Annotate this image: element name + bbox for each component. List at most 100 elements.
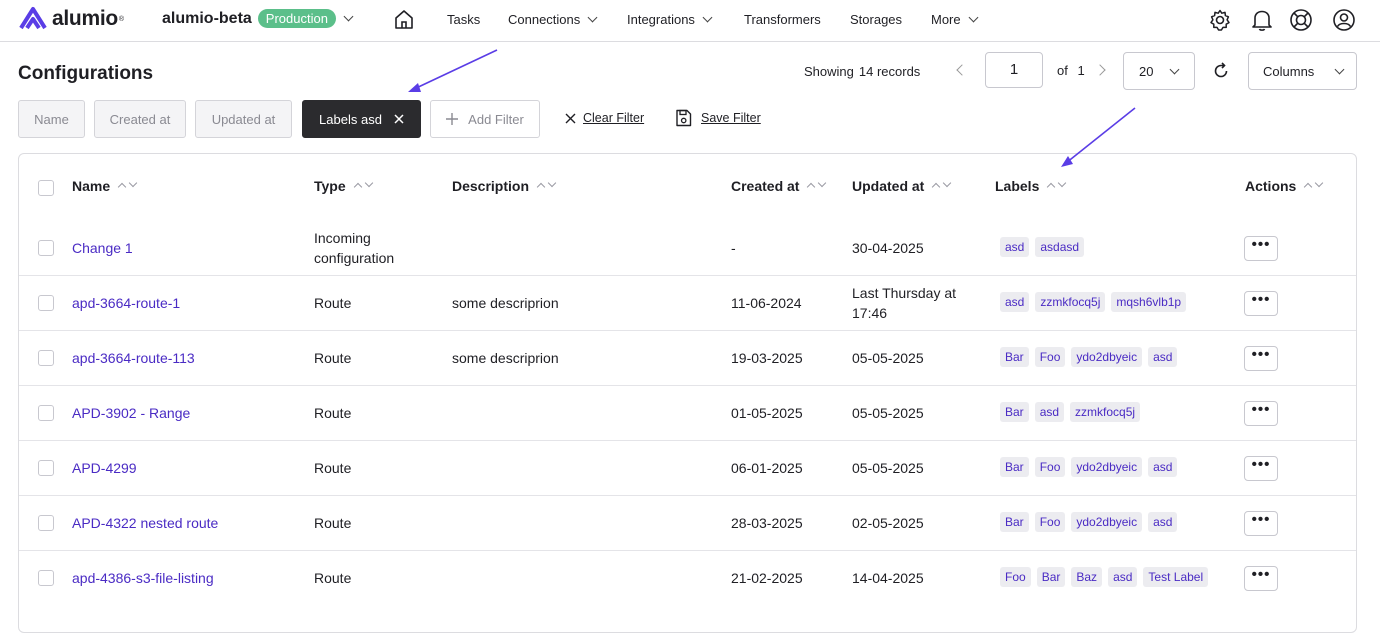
page-number-input[interactable]: 1 bbox=[985, 52, 1043, 88]
gear-icon[interactable] bbox=[1208, 8, 1232, 32]
select-all-checkbox[interactable] bbox=[38, 180, 54, 196]
row-updated-at: 05-05-2025 bbox=[852, 459, 924, 476]
chevron-down-icon bbox=[587, 12, 598, 23]
label-tag: Bar bbox=[1000, 511, 1029, 532]
previous-page-icon[interactable] bbox=[956, 64, 968, 76]
header-actions: Actions bbox=[1245, 178, 1324, 194]
label-tag: Test Label bbox=[1143, 566, 1209, 587]
help-icon[interactable] bbox=[1289, 8, 1313, 32]
configurations-table bbox=[18, 153, 1357, 633]
nav-tasks[interactable]: Tasks bbox=[447, 12, 480, 27]
row-created-at: 06-01-2025 bbox=[731, 459, 803, 476]
sort-icon[interactable] bbox=[1304, 178, 1324, 192]
label-tag: Bar bbox=[1000, 401, 1029, 422]
header-created-at[interactable]: Created at bbox=[731, 178, 827, 194]
label-tag: zzmkfocq5j bbox=[1070, 401, 1141, 422]
sort-icon[interactable] bbox=[1047, 178, 1067, 192]
header-labels[interactable]: Labels bbox=[995, 178, 1067, 194]
chevron-down-icon bbox=[702, 12, 713, 23]
row-actions-button[interactable]: ••• bbox=[1244, 400, 1278, 426]
filter-name[interactable]: Name bbox=[18, 100, 85, 138]
label-tag: asd bbox=[1000, 291, 1030, 312]
bell-icon[interactable] bbox=[1251, 8, 1273, 32]
chevron-down-icon bbox=[1334, 64, 1345, 74]
row-name-link[interactable]: apd-4386-s3-file-listing bbox=[72, 568, 214, 588]
header-description[interactable]: Description bbox=[452, 178, 557, 194]
row-created-at: - bbox=[731, 239, 736, 256]
label-tag: asdasd bbox=[1035, 236, 1085, 257]
row-checkbox[interactable] bbox=[38, 569, 54, 586]
label-tag: Foo bbox=[1034, 511, 1066, 532]
sort-icon[interactable] bbox=[353, 178, 373, 192]
label-tag: Foo bbox=[1000, 566, 1031, 587]
nav-storages-label: Storages bbox=[850, 12, 903, 27]
next-page-icon[interactable] bbox=[1094, 64, 1106, 76]
row-actions-button[interactable]: ••• bbox=[1244, 235, 1278, 261]
page-title: Configurations bbox=[18, 63, 154, 84]
label-tag: asd bbox=[1148, 456, 1178, 477]
row-checkbox[interactable] bbox=[38, 294, 54, 311]
row-name-link[interactable]: apd-3664-route-113 bbox=[72, 348, 195, 368]
refresh-icon[interactable] bbox=[1211, 61, 1231, 81]
user-avatar-icon[interactable] bbox=[1332, 8, 1356, 32]
columns-button[interactable]: Columns bbox=[1248, 52, 1357, 90]
row-name-link[interactable]: Change 1 bbox=[72, 238, 133, 258]
records-count: Showing 14 records bbox=[804, 64, 920, 79]
filter-labels-active[interactable]: Labels asd bbox=[302, 100, 421, 138]
nav-transformers[interactable]: Transformers bbox=[744, 12, 821, 27]
clear-filter-button[interactable]: Clear Filter bbox=[565, 111, 644, 125]
nav-integrations[interactable]: Integrations bbox=[627, 12, 713, 27]
close-icon[interactable] bbox=[394, 114, 404, 124]
row-name-link[interactable]: apd-3664-route-1 bbox=[72, 293, 180, 313]
filter-created-at[interactable]: Created at bbox=[94, 100, 186, 138]
nav-connections[interactable]: Connections bbox=[508, 12, 598, 27]
nav-storages[interactable]: Storages bbox=[850, 12, 902, 27]
alumio-logo[interactable]: alumio ® bbox=[18, 6, 124, 32]
sort-icon[interactable] bbox=[932, 178, 952, 192]
row-checkbox[interactable] bbox=[38, 239, 54, 256]
sort-icon[interactable] bbox=[117, 178, 138, 192]
of-label: of bbox=[1057, 63, 1068, 78]
row-type: Route bbox=[314, 569, 352, 586]
sort-icon[interactable] bbox=[536, 178, 557, 192]
page-size-select[interactable]: 20 bbox=[1123, 52, 1195, 90]
header-type-label: Type bbox=[314, 178, 346, 194]
row-checkbox[interactable] bbox=[38, 349, 54, 366]
row-actions-button[interactable]: ••• bbox=[1244, 510, 1278, 536]
row-name-link[interactable]: APD-3902 - Range bbox=[72, 403, 190, 423]
header-name[interactable]: Name bbox=[72, 178, 138, 194]
row-labels: asd asdasd bbox=[1000, 236, 1085, 257]
row-actions-button[interactable]: ••• bbox=[1244, 290, 1278, 316]
row-checkbox[interactable] bbox=[38, 459, 54, 476]
row-name-link[interactable]: APD-4322 nested route bbox=[72, 513, 218, 533]
add-filter-button[interactable]: Add Filter bbox=[430, 100, 540, 138]
home-icon[interactable] bbox=[393, 8, 415, 30]
nav-more[interactable]: More bbox=[931, 12, 979, 27]
alumio-logo-icon bbox=[19, 7, 47, 30]
save-filter-button[interactable]: Save Filter bbox=[675, 109, 761, 127]
row-actions-button[interactable]: ••• bbox=[1244, 455, 1278, 481]
header-type[interactable]: Type bbox=[314, 178, 373, 194]
active-filter-label: Labels asd bbox=[319, 111, 382, 127]
sort-icon[interactable] bbox=[807, 178, 827, 192]
environment-switcher[interactable]: alumio-beta Production bbox=[162, 9, 354, 28]
row-checkbox[interactable] bbox=[38, 514, 54, 531]
row-updated-at: Last Thursday at 17:46 bbox=[852, 284, 957, 321]
label-tag: mqsh6vlb1p bbox=[1111, 291, 1187, 312]
filter-updated-at[interactable]: Updated at bbox=[195, 100, 292, 138]
row-checkbox[interactable] bbox=[38, 404, 54, 421]
nav-connections-label: Connections bbox=[508, 12, 581, 27]
row-name-link[interactable]: APD-4299 bbox=[72, 458, 137, 478]
page-total: of 1 bbox=[1057, 63, 1085, 78]
top-navbar: alumio ® alumio-beta Production Tasks Con… bbox=[0, 0, 1380, 42]
row-divider bbox=[19, 440, 1356, 441]
row-actions-button[interactable]: ••• bbox=[1244, 345, 1278, 371]
row-created-at: 01-05-2025 bbox=[731, 404, 803, 421]
label-tag: Baz bbox=[1071, 566, 1103, 587]
page-size-value: 20 bbox=[1139, 63, 1154, 79]
row-actions-button[interactable]: ••• bbox=[1244, 565, 1278, 591]
row-created-at: 21-02-2025 bbox=[731, 569, 803, 586]
label-tag: asd bbox=[1034, 401, 1065, 422]
row-updated-at: 05-05-2025 bbox=[852, 404, 924, 421]
header-updated-at[interactable]: Updated at bbox=[852, 178, 952, 194]
